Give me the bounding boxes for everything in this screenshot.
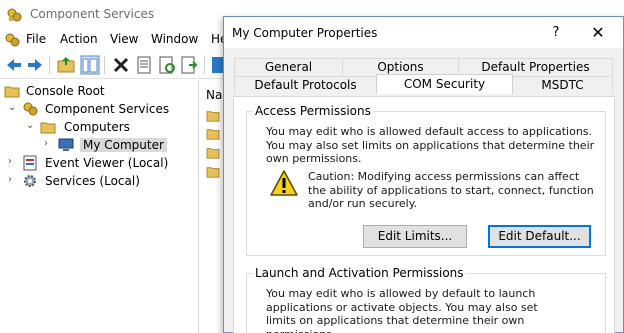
edit-default-button[interactable]: Edit Default... <box>488 225 591 248</box>
folder-icon <box>206 129 220 140</box>
tab-com-security[interactable]: COM Security <box>376 74 513 94</box>
tree-item-label: Event Viewer (Local) <box>45 156 169 170</box>
access-permissions-text: You may edit who is allowed default acce… <box>266 125 595 165</box>
warning-icon <box>270 170 298 196</box>
toolbar-separator <box>204 56 205 74</box>
chevron-right-icon[interactable]: › <box>8 175 18 185</box>
close-button[interactable]: ✕ <box>586 23 610 43</box>
launch-permissions-title: Launch and Activation Permissions <box>253 266 466 280</box>
dialog-title-bar: My Computer Properties ? ✕ <box>224 17 623 48</box>
show-hide-tree-icon[interactable] <box>80 55 100 75</box>
delete-icon[interactable] <box>111 55 131 75</box>
tree-item-label: Services (Local) <box>45 174 140 188</box>
forward-arrow-icon[interactable] <box>25 55 45 75</box>
main-window-title: Component Services <box>30 7 155 21</box>
access-caution-text: Caution: Modifying access permissions ca… <box>308 170 594 210</box>
tab-general[interactable]: General <box>234 58 343 76</box>
component-services-icon[interactable] <box>4 32 20 48</box>
folder-icon <box>206 148 220 159</box>
back-arrow-icon[interactable] <box>4 55 24 75</box>
services-gear-icon <box>24 175 36 187</box>
tab-msdtc[interactable]: MSDTC <box>512 76 613 94</box>
tree-item-label: Computers <box>64 120 130 134</box>
console-tree: Console Root ⌄ Component Services ⌄ Comp… <box>0 80 199 333</box>
chevron-down-icon[interactable]: ⌄ <box>8 103 18 113</box>
properties-icon[interactable] <box>134 55 154 75</box>
folder-icon <box>4 86 20 98</box>
chevron-down-icon[interactable]: ⌄ <box>26 121 36 131</box>
tree-item-label: Console Root <box>26 84 105 98</box>
chevron-right-icon[interactable]: › <box>8 157 18 167</box>
computer-icon <box>58 138 74 151</box>
launch-permissions-text: You may edit who is allowed by default t… <box>266 287 538 333</box>
help-button[interactable]: ? <box>546 23 566 43</box>
menu-window[interactable]: Window <box>151 32 198 46</box>
export-list-icon[interactable] <box>179 55 199 75</box>
list-column-header[interactable]: Na <box>206 88 222 102</box>
toolbar-separator <box>104 56 105 74</box>
access-permissions-title: Access Permissions <box>253 104 373 118</box>
folder-icon <box>206 167 220 178</box>
refresh-icon[interactable] <box>157 55 177 75</box>
edit-limits-button[interactable]: Edit Limits... <box>363 225 467 248</box>
event-viewer-icon <box>23 155 37 171</box>
launch-permissions-group: Launch and Activation Permissions You ma… <box>246 266 606 333</box>
menu-action[interactable]: Action <box>60 32 98 46</box>
component-services-icon <box>7 8 22 22</box>
chevron-right-icon[interactable]: › <box>44 139 54 149</box>
component-services-icon <box>23 102 38 116</box>
properties-dialog: My Computer Properties ? ✕ General Optio… <box>223 16 624 333</box>
com-security-panel: Access Permissions You may edit who is a… <box>233 96 615 333</box>
folder-icon <box>206 111 220 122</box>
tree-item-label: My Computer <box>80 138 167 152</box>
dialog-title: My Computer Properties <box>232 26 378 40</box>
menu-view[interactable]: View <box>110 32 138 46</box>
access-permissions-group: Access Permissions You may edit who is a… <box>246 104 606 256</box>
menu-file[interactable]: File <box>26 32 46 46</box>
folder-icon <box>40 122 56 134</box>
tree-item-label: Component Services <box>45 102 170 116</box>
tab-default-protocols[interactable]: Default Protocols <box>234 76 377 94</box>
toolbar-separator <box>49 56 50 74</box>
up-folder-icon[interactable] <box>56 55 76 75</box>
